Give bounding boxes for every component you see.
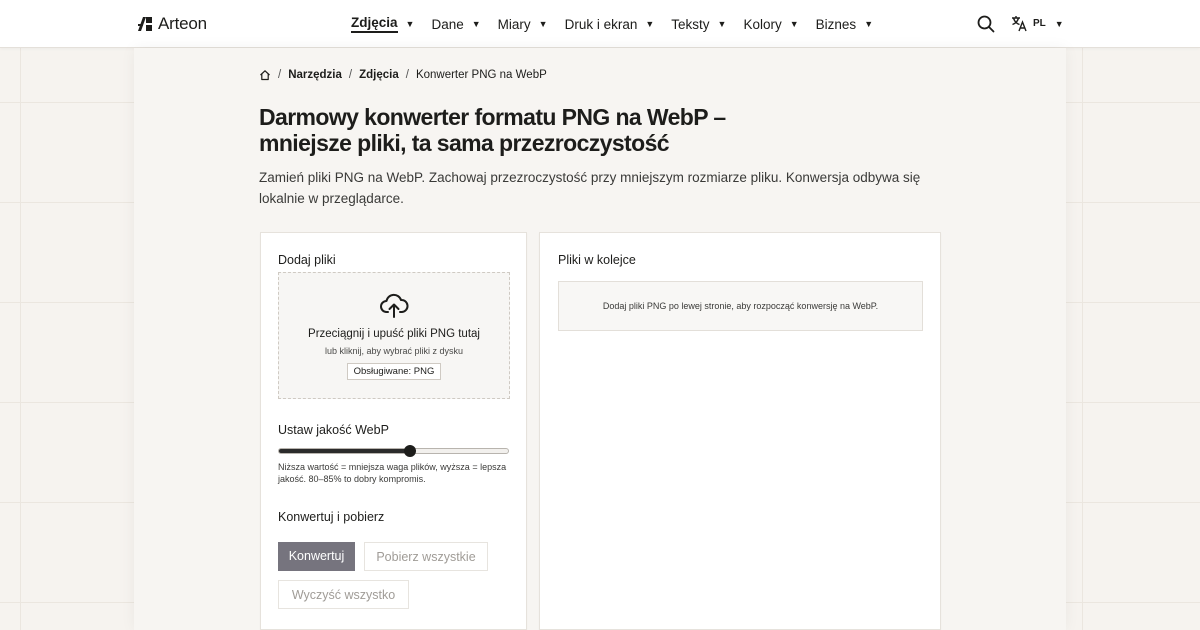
quality-slider-fill	[279, 449, 410, 453]
quality-hint: Niższa wartość = mniejsza waga plików, w…	[278, 462, 507, 484]
brand-logo[interactable]: Arteon	[137, 14, 207, 34]
main-nav: Zdjęcia ▼ Dane ▼ Miary ▼ Druk i ekran ▼ …	[351, 0, 890, 48]
nav-label: Teksty	[671, 16, 710, 32]
actions-heading: Konwertuj i pobierz	[278, 510, 385, 524]
nav-item-teksty[interactable]: Teksty ▼	[671, 17, 726, 32]
quality-slider[interactable]	[278, 445, 509, 457]
queue-empty-state: Dodaj pliki PNG po lewej stronie, aby ro…	[558, 281, 923, 331]
caret-down-icon: ▼	[864, 19, 874, 29]
language-code: PL	[1033, 18, 1046, 29]
breadcrumb-link-zdjecia[interactable]: Zdjęcia	[359, 69, 399, 81]
supported-format-badge: Obsługiwane: PNG	[347, 363, 441, 380]
page-title: Darmowy konwerter formatu PNG na WebP – …	[259, 104, 726, 156]
brand-name: Arteon	[158, 14, 207, 33]
breadcrumb-current: Konwerter PNG na WebP	[415, 69, 547, 81]
breadcrumb-separator: /	[348, 69, 353, 81]
clear-all-button[interactable]: Wyczyść wszystko	[278, 580, 409, 609]
dropzone-title: Przeciągnij i upuść pliki PNG tutaj	[308, 328, 480, 340]
caret-down-icon: ▼	[645, 19, 655, 29]
cloud-upload-icon	[380, 293, 409, 318]
top-navigation-bar: Arteon Zdjęcia ▼ Dane ▼ Miary ▼ Druk i e…	[0, 0, 1200, 48]
nav-item-zdjecia[interactable]: Zdjęcia ▼	[351, 15, 414, 33]
breadcrumb-separator: /	[278, 69, 282, 81]
caret-down-icon: ▼	[789, 19, 799, 29]
nav-label: Druk i ekran	[564, 16, 638, 32]
nav-label: Zdjęcia	[351, 15, 398, 33]
breadcrumb-link-narzedzia[interactable]: Narzędzia	[288, 69, 342, 81]
breadcrumb: / Narzędzia / Zdjęcia / Konwerter PNG na…	[259, 69, 547, 81]
queue-heading: Pliki w kolejce	[558, 253, 636, 267]
nav-item-biznes[interactable]: Biznes ▼	[816, 17, 873, 32]
search-icon	[977, 15, 995, 33]
quality-heading: Ustaw jakość WebP	[278, 423, 389, 437]
nav-item-dane[interactable]: Dane ▼	[431, 17, 480, 32]
upload-panel: Dodaj pliki Przeciągnij i upuść pliki PN…	[260, 232, 527, 630]
nav-item-druk-i-ekran[interactable]: Druk i ekran ▼	[565, 17, 655, 32]
nav-label: Miary	[497, 16, 531, 32]
nav-item-miary[interactable]: Miary ▼	[498, 17, 548, 32]
home-icon[interactable]	[259, 69, 271, 81]
caret-down-icon: ▼	[1054, 18, 1064, 29]
language-switcher[interactable]: PL ▼	[1011, 15, 1064, 32]
caret-down-icon: ▼	[538, 19, 548, 29]
caret-down-icon: ▼	[471, 19, 481, 29]
queue-panel: Pliki w kolejce Dodaj pliki PNG po lewej…	[539, 232, 941, 630]
convert-button[interactable]: Konwertuj	[278, 542, 355, 571]
file-dropzone[interactable]: Przeciągnij i upuść pliki PNG tutaj lub …	[278, 272, 510, 399]
nav-label: Biznes	[815, 16, 857, 32]
breadcrumb-separator: /	[405, 69, 409, 81]
nav-label: Dane	[431, 16, 464, 32]
nav-label: Kolory	[743, 16, 782, 32]
quality-slider-thumb[interactable]	[403, 445, 416, 457]
dropzone-subtitle: lub kliknij, aby wybrać pliki z dysku	[324, 346, 464, 356]
search-button[interactable]	[977, 15, 995, 33]
download-all-button[interactable]: Pobierz wszystkie	[364, 542, 488, 571]
caret-down-icon: ▼	[717, 19, 727, 29]
page-subtitle: Zamień pliki PNG na WebP. Zachowaj przez…	[259, 170, 921, 206]
translate-icon	[1012, 16, 1027, 32]
nav-item-kolory[interactable]: Kolory ▼	[743, 17, 798, 32]
caret-down-icon: ▼	[405, 19, 415, 29]
arteon-logo-icon	[138, 17, 152, 31]
upload-heading: Dodaj pliki	[278, 253, 336, 267]
